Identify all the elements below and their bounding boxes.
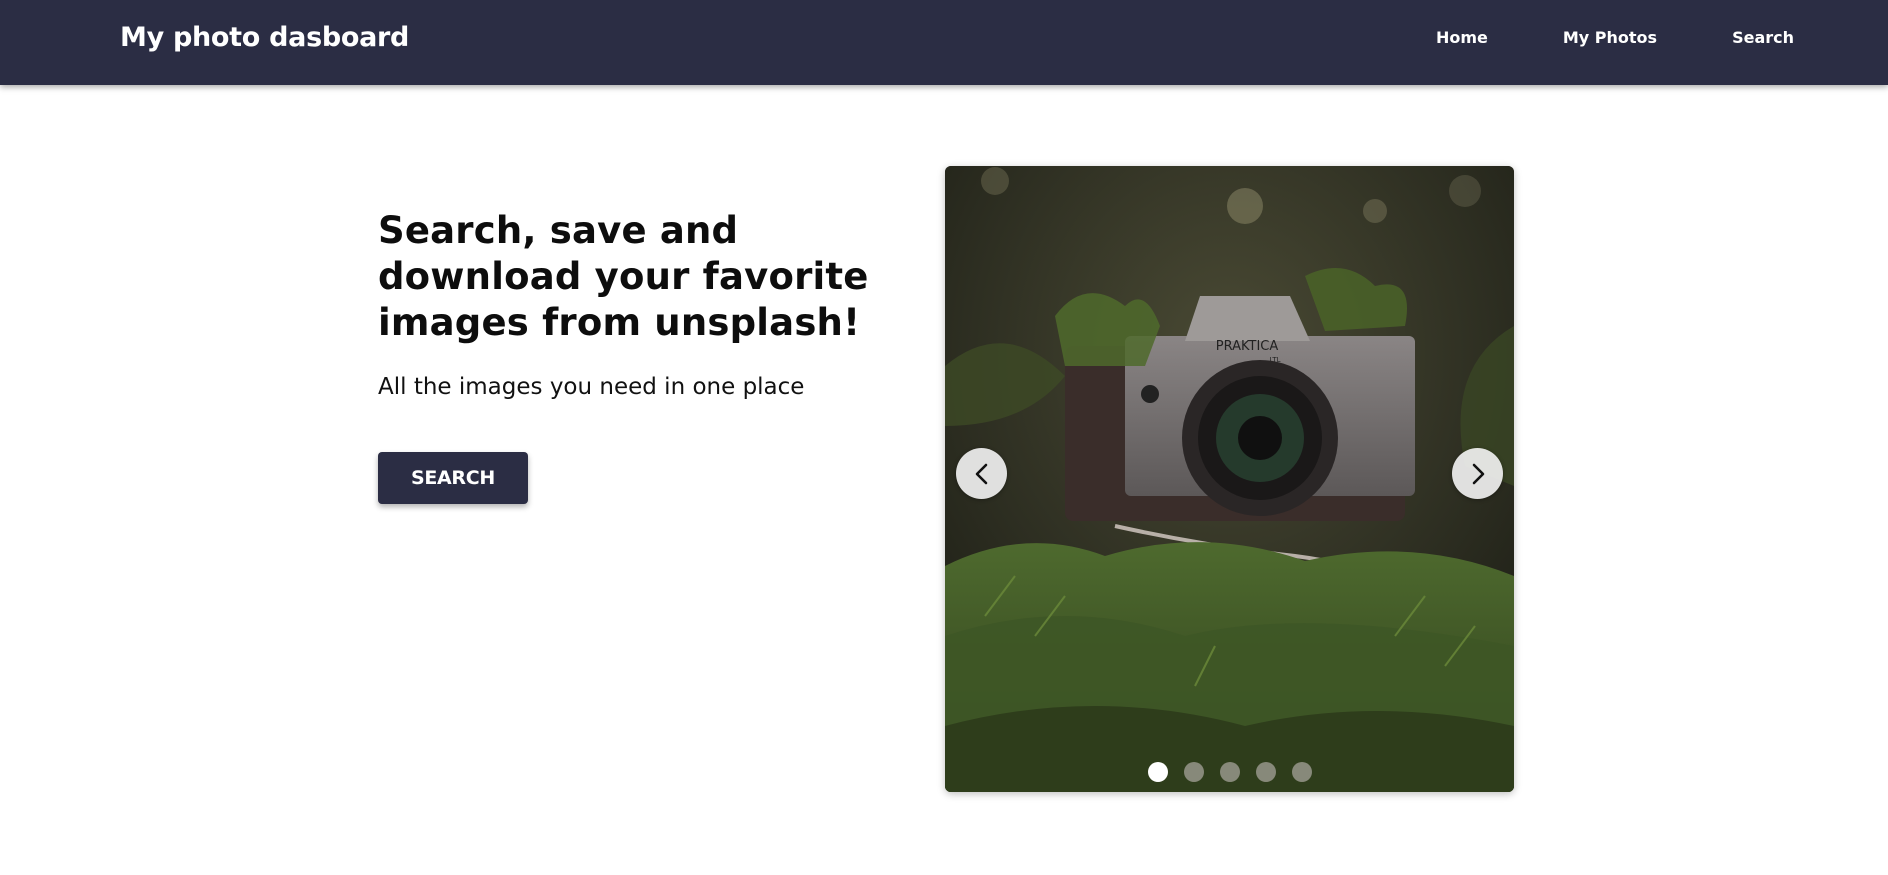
carousel-dot-2[interactable] — [1183, 762, 1204, 782]
image-carousel: PRAKTICA LTL — [945, 166, 1514, 792]
carousel-dot-4[interactable] — [1255, 762, 1276, 782]
carousel-dot-3[interactable] — [1219, 762, 1240, 782]
camera-brand-text: PRAKTICA — [1216, 339, 1279, 354]
hero-title: Search, save and download your favorite … — [378, 209, 869, 344]
nav-link-search[interactable]: Search — [1732, 28, 1794, 47]
chevron-right-icon — [1472, 463, 1484, 484]
hero-subtitle: All the images you need in one place — [378, 374, 805, 400]
carousel-dot-1[interactable] — [1147, 762, 1168, 782]
carousel-next-button[interactable] — [1452, 448, 1503, 499]
hero-text: Search, save and download your favorite … — [378, 208, 898, 400]
carousel-dot-5[interactable] — [1291, 762, 1312, 782]
search-button[interactable]: SEARCH — [378, 452, 528, 504]
carousel-slide-image: PRAKTICA LTL — [945, 166, 1514, 792]
nav-link-my-photos[interactable]: My Photos — [1563, 28, 1657, 47]
carousel-indicators — [945, 762, 1514, 782]
nav-link-home[interactable]: Home — [1436, 28, 1488, 47]
chevron-left-icon — [975, 463, 987, 484]
nav-links: Home My Photos Search — [1436, 28, 1794, 47]
navbar: My photo dasboard Home My Photos Search — [0, 0, 1888, 85]
carousel-prev-button[interactable] — [956, 448, 1007, 499]
brand-title[interactable]: My photo dasboard — [120, 22, 409, 53]
